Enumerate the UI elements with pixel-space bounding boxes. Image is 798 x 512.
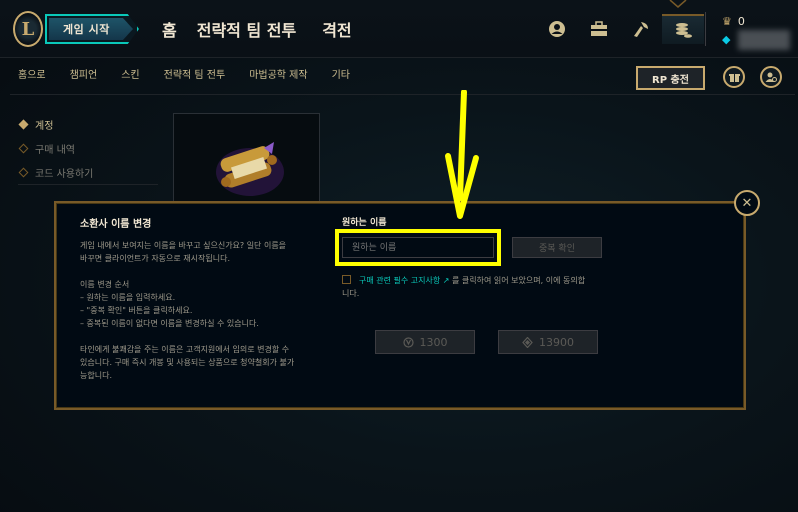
agreement-row: 구매 관련 필수 고지사항 ↗ 를 클릭하여 읽어 보았으며, 이에 동의합니다… [342, 274, 642, 300]
store-indicator-icon [669, 0, 687, 8]
side-item-label: 계정 [35, 120, 54, 132]
diamond-icon [18, 119, 29, 129]
logo-letter: L [21, 18, 35, 40]
top-bar: L 게임 시작 홈 전략적 팀 전투 격전 ♛ 0 ◆ [0, 0, 798, 58]
play-button-label: 게임 시작 [63, 23, 110, 36]
blue-essence-coin-icon [522, 336, 533, 348]
desired-name-input[interactable] [342, 237, 494, 258]
agree-text-cont: 니다. [342, 289, 360, 298]
rp-icon: ♛ [722, 14, 732, 28]
notice-link[interactable]: 구매 관련 필수 고지사항 ↗ [359, 276, 449, 285]
desc-step: – 원하는 이름을 입력하세요. [80, 293, 176, 302]
play-button[interactable]: 게임 시작 [45, 14, 139, 44]
loot-icon[interactable] [620, 14, 662, 44]
nav-tft[interactable]: 전략적 팀 전투 [197, 17, 296, 41]
subnav-home[interactable]: 홈으로 [18, 66, 46, 81]
store-sub-nav: 홈으로 챔피언 스킨 전략적 팀 전투 마법공학 제작 기타 RP 충전 [0, 58, 798, 98]
header-divider [705, 12, 706, 46]
desc-warning-line: 타인에게 불쾌감을 주는 이름은 고객지원에서 임의로 변경할 수 [80, 345, 290, 354]
league-logo[interactable]: L [13, 11, 43, 47]
top-icon-bar [536, 14, 704, 44]
subnav-champions[interactable]: 챔피언 [70, 66, 98, 81]
side-item-account[interactable]: 계정 [18, 112, 93, 136]
desired-name-label: 원하는 이름 [342, 218, 387, 228]
modal-title: 소환사 이름 변경 [80, 219, 152, 230]
main-nav: 홈 전략적 팀 전투 격전 [162, 0, 378, 58]
agree-checkbox[interactable] [342, 275, 351, 284]
side-item-purchase-history[interactable]: 구매 내역 [18, 136, 93, 160]
desc-step: – 중복된 이름이 없다면 이름을 변경하실 수 있습니다. [80, 319, 259, 328]
store-icon[interactable] [662, 14, 704, 44]
side-item-label: 구매 내역 [35, 144, 75, 156]
be-price: 13900 [539, 335, 574, 349]
desc-intro-line: 바꾸면 클라이언트가 자동으로 재시작됩니다. [80, 254, 231, 263]
account-icon[interactable] [760, 66, 782, 88]
side-item-redeem-code[interactable]: 코드 사용하기 [18, 160, 94, 184]
desc-warning-line: 있습니다. 구매 즉시 개봉 및 사용되는 상품으로 청약철회가 불가 [80, 358, 295, 367]
rp-balance: 0 [737, 14, 745, 28]
desc-steps-title: 이름 변경 순서 [80, 280, 130, 289]
subnav-hextech[interactable]: 마법공학 제작 [249, 66, 307, 81]
gift-icon[interactable] [723, 66, 745, 88]
nav-clash[interactable]: 격전 [322, 17, 351, 41]
desc-step: – "중복 확인" 버튼을 클릭하세요. [80, 306, 193, 315]
name-change-modal: 소환사 이름 변경 게임 내에서 보여지는 이름을 바꾸고 싶으신가요? 일단 … [54, 201, 746, 410]
redacted-username [738, 30, 790, 50]
blue-essence-icon: ◆ [722, 32, 731, 46]
collection-icon[interactable] [578, 14, 620, 44]
desc-intro-line: 게임 내에서 보여지는 이름을 바꾸고 싶으신가요? 일단 이름을 [80, 241, 287, 250]
side-item-label: 코드 사용하기 [35, 168, 94, 180]
side-menu-divider [18, 184, 158, 185]
subnav-skins[interactable]: 스킨 [121, 66, 139, 81]
close-icon[interactable]: ✕ [734, 190, 760, 216]
nav-home[interactable]: 홈 [162, 17, 177, 41]
subnav-other[interactable]: 기타 [332, 66, 350, 81]
profile-icon[interactable] [536, 14, 578, 44]
modal-description: 게임 내에서 보여지는 이름을 바꾸고 싶으신가요? 일단 이름을 바꾸면 클라… [80, 239, 320, 395]
subnav-tft[interactable]: 전략적 팀 전투 [164, 66, 226, 81]
buy-with-be-button[interactable]: 13900 [498, 330, 598, 354]
diamond-icon [18, 167, 29, 177]
desc-warning-line: 능합니다. [80, 371, 112, 380]
rp-coin-icon [402, 336, 414, 348]
subnav-divider [10, 94, 795, 95]
account-side-menu: 계정 구매 내역 코드 사용하기 [18, 112, 94, 184]
diamond-icon [18, 143, 29, 153]
name-scroll-icon [216, 142, 284, 196]
rp-purchase-button[interactable]: RP 충전 [636, 66, 705, 90]
duplicate-check-button[interactable]: 중복 확인 [512, 237, 602, 258]
buy-with-rp-button[interactable]: 1300 [375, 330, 475, 354]
rp-price: 1300 [419, 335, 448, 349]
agree-text: 를 클릭하여 읽어 보았으며, 이에 동의합 [452, 276, 586, 285]
